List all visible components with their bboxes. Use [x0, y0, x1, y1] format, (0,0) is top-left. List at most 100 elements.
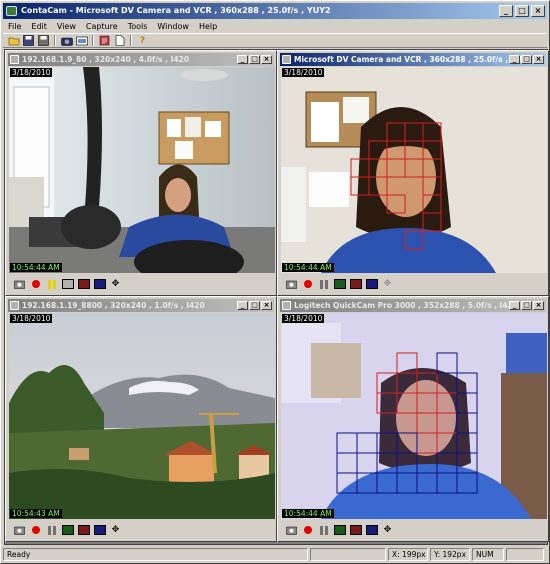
minimize-button[interactable]: _: [499, 5, 513, 17]
camera-toolbar: ✥: [281, 275, 547, 293]
camera-minimize-button[interactable]: _: [509, 301, 520, 310]
camera-date-overlay: 3/18/2010: [282, 68, 325, 77]
mdi-area: 192.168.1.9_80 , 320x240 , 4.0f/s , I420…: [4, 49, 549, 545]
camera-window-2[interactable]: Microsoft DV Camera and VCR , 360x288 , …: [277, 50, 549, 296]
camera-maximize-button[interactable]: □: [249, 301, 260, 310]
camera-video-4[interactable]: 3/18/2010 10:54:44 AM: [281, 313, 547, 519]
camera-window-icon: [282, 55, 291, 64]
camera-toolbar: ✥: [281, 521, 547, 539]
camera-date-overlay: 3/18/2010: [282, 314, 325, 323]
camera-video-1[interactable]: 3/18/2010 10:54:44 AM: [9, 67, 275, 273]
camera-window-icon: [10, 301, 19, 310]
camera-toolbar: ✥: [9, 275, 275, 293]
camera-time-overlay: 10:54:44 AM: [282, 509, 334, 518]
status-num: NUM: [472, 547, 504, 561]
motion-detect-icon[interactable]: [349, 278, 362, 290]
camera-time-overlay: 10:54:44 AM: [10, 263, 62, 272]
camera-maximize-button[interactable]: □: [521, 301, 532, 310]
camera-titlebar[interactable]: 192.168.1.9_80 , 320x240 , 4.0f/s , I420…: [8, 53, 274, 66]
camera-icon[interactable]: [60, 35, 73, 47]
document-icon[interactable]: [113, 35, 126, 47]
camera-window-1[interactable]: 192.168.1.9_80 , 320x240 , 4.0f/s , I420…: [5, 50, 277, 296]
camera-close-button[interactable]: ×: [261, 301, 272, 310]
camera-date-overlay: 3/18/2010: [10, 68, 53, 77]
record-button[interactable]: [301, 524, 314, 536]
camera-titlebar[interactable]: 192.168.1.19_8800 , 320x240 , 1.0f/s , I…: [8, 299, 274, 312]
maximize-button[interactable]: □: [515, 5, 529, 17]
camera-minimize-button[interactable]: _: [237, 55, 248, 64]
stop-icon[interactable]: [61, 524, 74, 536]
motion-detect-icon[interactable]: [77, 524, 90, 536]
camera-time-overlay: 10:54:44 AM: [282, 263, 334, 272]
camera-title: 192.168.1.9_80 , 320x240 , 4.0f/s , I420: [22, 55, 190, 64]
save-all-icon[interactable]: [37, 35, 50, 47]
motion-detect-icon[interactable]: [77, 278, 90, 290]
move-icon[interactable]: ✥: [109, 278, 122, 290]
main-toolbar: ?: [3, 33, 547, 48]
camera-video-3[interactable]: 3/18/2010 10:54:43 AM: [9, 313, 275, 519]
close-button[interactable]: ×: [531, 5, 545, 17]
status-text: Ready: [3, 547, 308, 561]
status-x: X: 199px: [388, 547, 428, 561]
main-window: ContaCam - Microsoft DV Camera and VCR ,…: [0, 0, 550, 564]
record-button[interactable]: [29, 524, 42, 536]
snapshot-icon[interactable]: [13, 278, 26, 290]
camera-titlebar[interactable]: Logitech QuickCam Pro 3000 , 352x288 , 5…: [280, 299, 546, 312]
move-icon[interactable]: ✥: [109, 524, 122, 536]
move-icon[interactable]: ✥: [381, 524, 394, 536]
zone-icon[interactable]: [365, 524, 378, 536]
pause-button[interactable]: [317, 524, 330, 536]
snapshot-icon[interactable]: [285, 278, 298, 290]
snapshot-icon[interactable]: [285, 524, 298, 536]
camera-window-3[interactable]: 192.168.1.19_8800 , 320x240 , 1.0f/s , I…: [5, 296, 277, 542]
record-button[interactable]: [301, 278, 314, 290]
zone-icon[interactable]: [93, 278, 106, 290]
camera-close-button[interactable]: ×: [261, 55, 272, 64]
camera-video-2[interactable]: 3/18/2010 10:54:44 AM: [281, 67, 547, 273]
pause-button[interactable]: [317, 278, 330, 290]
help-icon[interactable]: ?: [136, 35, 149, 47]
camera-window-4[interactable]: Logitech QuickCam Pro 3000 , 352x288 , 5…: [277, 296, 549, 542]
camera-toolbar: ✥: [9, 521, 275, 539]
save-icon[interactable]: [22, 35, 35, 47]
stop-icon[interactable]: [333, 278, 346, 290]
camera-minimize-button[interactable]: _: [237, 301, 248, 310]
snapshot-icon[interactable]: [75, 35, 88, 47]
status-blank: [310, 547, 386, 561]
move-icon[interactable]: ✥: [381, 278, 394, 290]
pause-button[interactable]: [45, 278, 58, 290]
camera-minimize-button[interactable]: _: [509, 55, 520, 64]
stop-icon[interactable]: [333, 524, 346, 536]
pause-button[interactable]: [45, 524, 58, 536]
menu-tools[interactable]: Tools: [123, 20, 153, 33]
status-spare: [506, 547, 544, 561]
camera-date-overlay: 3/18/2010: [10, 314, 53, 323]
zone-icon[interactable]: [365, 278, 378, 290]
menu-edit[interactable]: Edit: [26, 20, 52, 33]
settings-icon[interactable]: [98, 35, 111, 47]
camera-window-icon: [282, 301, 291, 310]
menu-capture[interactable]: Capture: [81, 20, 123, 33]
open-icon[interactable]: [7, 35, 20, 47]
record-button[interactable]: [29, 278, 42, 290]
motion-detect-icon[interactable]: [349, 524, 362, 536]
app-title: ContaCam - Microsoft DV Camera and VCR ,…: [21, 6, 331, 15]
menu-file[interactable]: File: [3, 20, 26, 33]
menu-help[interactable]: Help: [194, 20, 222, 33]
menu-bar: File Edit View Capture Tools Window Help: [3, 20, 222, 33]
camera-titlebar[interactable]: Microsoft DV Camera and VCR , 360x288 , …: [280, 53, 546, 66]
menu-window[interactable]: Window: [152, 20, 194, 33]
snapshot-icon[interactable]: [13, 524, 26, 536]
camera-window-icon: [10, 55, 19, 64]
app-titlebar: ContaCam - Microsoft DV Camera and VCR ,…: [3, 3, 547, 19]
camera-close-button[interactable]: ×: [533, 301, 544, 310]
camera-title: Microsoft DV Camera and VCR , 360x288 , …: [294, 55, 533, 64]
stop-icon[interactable]: [61, 278, 74, 290]
app-icon: [6, 6, 17, 16]
camera-close-button[interactable]: ×: [533, 55, 544, 64]
camera-maximize-button[interactable]: □: [521, 55, 532, 64]
camera-maximize-button[interactable]: □: [249, 55, 260, 64]
status-y: Y: 192px: [430, 547, 470, 561]
menu-view[interactable]: View: [52, 20, 81, 33]
zone-icon[interactable]: [93, 524, 106, 536]
